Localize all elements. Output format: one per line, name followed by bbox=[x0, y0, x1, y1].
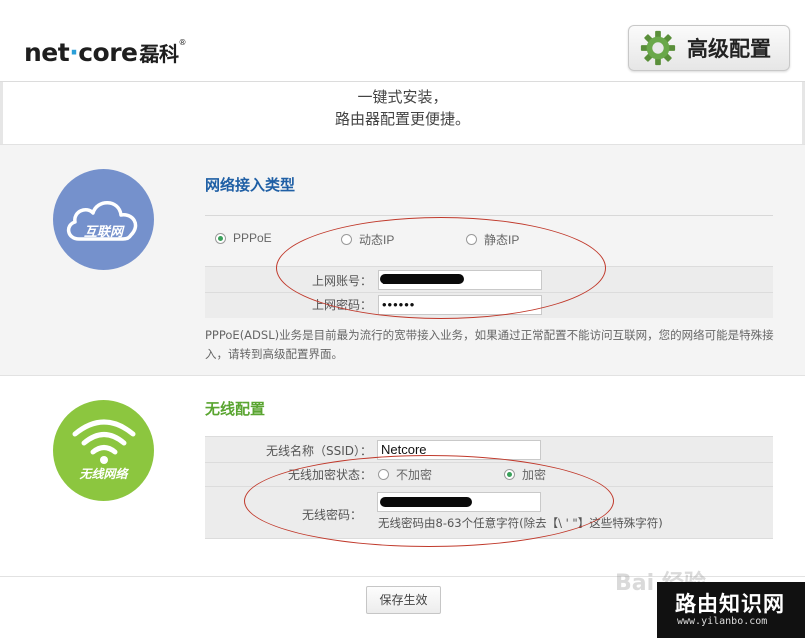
divider bbox=[205, 215, 773, 216]
redaction-mark bbox=[380, 497, 472, 507]
wireless-password-label: 无线密码： bbox=[301, 508, 362, 522]
save-button[interactable]: 保存生效 bbox=[366, 586, 441, 614]
radio-dot bbox=[378, 469, 389, 480]
internet-section: 互联网 网络接入类型 PPPoE 动态IP 静态IP 上网账号： 100050 … bbox=[0, 144, 805, 376]
ssid-value: Netcore bbox=[381, 442, 427, 457]
radio-label-encryption: 加密 bbox=[522, 468, 547, 482]
radio-dot bbox=[215, 232, 226, 244]
slogan: 一键式安装， 路由器配置更便捷。 bbox=[0, 82, 805, 144]
wireless-password-hint: 无线密码由8-63个任意字符(除去【\ ' "】这些特殊字符) bbox=[378, 516, 663, 530]
radio-dot bbox=[504, 469, 515, 480]
radio-encryption[interactable]: 加密 bbox=[504, 466, 546, 483]
ssid-input[interactable]: Netcore bbox=[377, 440, 541, 460]
site-watermark: 路由知识网 www.yilanbo.com bbox=[657, 582, 805, 638]
site-url: www.yilanbo.com bbox=[677, 616, 768, 627]
logo-text-cn: 磊科 bbox=[139, 42, 180, 66]
radio-dot bbox=[466, 234, 477, 245]
gear-icon bbox=[640, 30, 676, 66]
encryption-label: 无线加密状态： bbox=[287, 468, 372, 482]
logo-text-net: net bbox=[24, 38, 70, 67]
divider bbox=[205, 486, 773, 487]
divider bbox=[205, 462, 773, 463]
wifi-icon bbox=[72, 419, 136, 464]
logo-text-core: core bbox=[78, 38, 138, 67]
advanced-config-label: 高级配置 bbox=[687, 37, 771, 61]
password-label: 上网密码： bbox=[311, 298, 372, 312]
divider bbox=[205, 292, 773, 293]
site-name: 路由知识网 bbox=[675, 592, 785, 616]
pppoe-note: PPPoE(ADSL)业务是目前最为流行的宽带接入业务，如果通过正常配置不能访问… bbox=[205, 328, 774, 361]
wireless-icon-label: 无线网络 bbox=[79, 467, 128, 481]
slogan-line-2: 路由器配置更便捷。 bbox=[334, 110, 470, 128]
radio-dynamic-ip[interactable]: 动态IP bbox=[341, 231, 394, 248]
radio-static-ip[interactable]: 静态IP bbox=[466, 231, 519, 248]
password-value: •••••• bbox=[382, 297, 416, 312]
internet-section-title: 网络接入类型 bbox=[205, 176, 296, 194]
ssid-label: 无线名称（SSID）： bbox=[265, 444, 372, 458]
account-label: 上网账号： bbox=[311, 274, 372, 288]
internet-circle: 互联网 bbox=[53, 169, 154, 270]
slogan-line-1: 一键式安装， bbox=[357, 88, 448, 106]
wireless-circle: 无线网络 bbox=[53, 400, 154, 501]
radio-label-pppoe: PPPoE bbox=[233, 231, 272, 245]
radio-label-no-encryption: 不加密 bbox=[396, 468, 433, 482]
password-input[interactable]: •••••• bbox=[378, 295, 542, 315]
radio-dot bbox=[341, 234, 352, 245]
logo-registered-mark: ® bbox=[178, 38, 187, 47]
header: net·core 磊科® 高级配置 bbox=[0, 0, 805, 82]
netcore-logo: net·core 磊科® bbox=[24, 38, 186, 67]
radio-label-static-ip: 静态IP bbox=[484, 233, 520, 247]
advanced-config-button[interactable]: 高级配置 bbox=[628, 25, 790, 71]
radio-label-dynamic-ip: 动态IP bbox=[359, 233, 395, 247]
radio-no-encryption[interactable]: 不加密 bbox=[378, 466, 432, 483]
logo-dot: · bbox=[69, 38, 79, 67]
redaction-mark bbox=[380, 274, 464, 284]
radio-pppoe[interactable]: PPPoE bbox=[215, 231, 272, 245]
internet-icon-label: 互联网 bbox=[83, 225, 123, 240]
wireless-section: 无线网络 无线配置 无线名称（SSID）： Netcore 无线加密状态： 不加… bbox=[0, 376, 805, 576]
wireless-section-title: 无线配置 bbox=[205, 400, 266, 418]
